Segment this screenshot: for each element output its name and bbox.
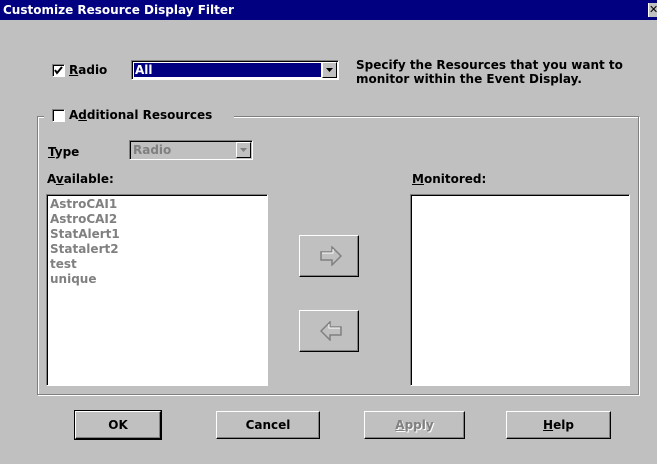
cancel-button-label: Cancel: [245, 418, 291, 432]
customize-resource-dialog: Customize Resource Display Filter ✕ Radi…: [0, 0, 657, 464]
combo-dropdown-button[interactable]: [322, 62, 337, 78]
instruction-line-2: monitor within the Event Display.: [356, 72, 582, 86]
additional-label-rest: ditional Resources: [86, 108, 213, 122]
type-label-rest: ype: [54, 145, 80, 159]
monitored-label-rest: onitored:: [423, 172, 487, 186]
type-label-mnemonic: T: [48, 145, 55, 159]
monitored-label: Monitored:: [412, 172, 486, 186]
radio-label-rest: adio: [78, 63, 108, 77]
chevron-down-icon: [240, 148, 247, 152]
cancel-button[interactable]: Cancel: [216, 411, 320, 439]
radio-label-mnemonic: R: [69, 63, 79, 77]
right-arrow-icon: [320, 246, 342, 266]
additional-label-mnemonic: d: [78, 108, 87, 122]
monitored-label-mnemonic: M: [412, 172, 424, 186]
available-list[interactable]: AstroCAI1 AstroCAI2 StatAlert1 Statalert…: [46, 194, 268, 386]
available-label-mnemonic: v: [55, 172, 64, 186]
apply-mnemonic: A: [395, 418, 405, 432]
remove-resource-button[interactable]: [299, 310, 359, 352]
list-item[interactable]: test: [50, 257, 264, 272]
additional-resources-label: Additional Resources: [69, 108, 212, 122]
additional-label-pre: A: [69, 108, 79, 122]
additional-resources-checkbox[interactable]: [52, 109, 65, 122]
apply-button[interactable]: Apply: [364, 411, 465, 439]
apply-button-label: Apply: [365, 412, 464, 438]
type-label: Type: [48, 145, 79, 159]
checkmark-icon: [54, 66, 63, 75]
chevron-down-icon: [326, 68, 333, 72]
help-button-label: Help: [507, 412, 610, 438]
radio-filter-combo[interactable]: All: [131, 60, 339, 80]
list-item[interactable]: AstroCAI2: [50, 212, 264, 227]
help-rest: elp: [553, 418, 574, 432]
available-label-rest: ailable:: [63, 172, 114, 186]
add-resource-button[interactable]: [299, 235, 359, 277]
type-value: Radio: [133, 143, 172, 157]
left-arrow-icon: [320, 321, 342, 341]
radio-filter-value: All: [135, 63, 153, 77]
type-dropdown-button[interactable]: [236, 142, 251, 158]
instruction-text: Specify the Resources that you want to m…: [356, 58, 623, 86]
combo-selection-highlight: [134, 63, 321, 77]
available-label-pre: A: [47, 172, 56, 186]
radio-checkbox[interactable]: [52, 64, 65, 77]
available-label: Available:: [47, 172, 114, 186]
ok-button[interactable]: OK: [74, 410, 162, 440]
window-title: Customize Resource Display Filter: [3, 3, 234, 17]
radio-label: Radio: [69, 63, 107, 77]
ok-button-label: OK: [108, 418, 128, 432]
title-bar: Customize Resource Display Filter ✕: [0, 0, 657, 20]
apply-rest: pply: [404, 418, 434, 432]
monitored-list[interactable]: [410, 194, 630, 386]
instruction-line-1: Specify the Resources that you want to: [356, 58, 623, 72]
list-item[interactable]: Statalert2: [50, 242, 264, 257]
list-item[interactable]: StatAlert1: [50, 227, 264, 242]
type-combo[interactable]: Radio: [129, 140, 253, 160]
list-item[interactable]: AstroCAI1: [50, 197, 264, 212]
list-item[interactable]: unique: [50, 272, 264, 287]
help-button[interactable]: Help: [506, 411, 611, 439]
close-icon[interactable]: ✕: [648, 3, 657, 17]
help-mnemonic: H: [543, 418, 554, 432]
